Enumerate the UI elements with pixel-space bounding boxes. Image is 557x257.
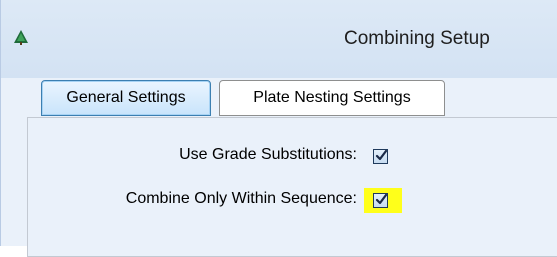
combine-within-sequence-label: Combine Only Within Sequence: bbox=[125, 190, 357, 207]
use-grade-substitutions-checkbox[interactable] bbox=[373, 149, 388, 164]
combining-setup-window: Combining Setup General Settings Plate N… bbox=[0, 0, 557, 257]
tab-general-settings[interactable]: General Settings bbox=[41, 80, 211, 116]
window-title: Combining Setup bbox=[344, 28, 490, 49]
tree-app-icon bbox=[12, 29, 30, 45]
tab-plate-nesting-settings[interactable]: Plate Nesting Settings bbox=[219, 80, 445, 116]
general-settings-panel bbox=[27, 117, 557, 257]
checkmark-icon bbox=[375, 150, 387, 161]
combine-within-sequence-checkbox[interactable] bbox=[373, 193, 388, 208]
title-bar: Combining Setup bbox=[1, 0, 557, 78]
checkmark-icon bbox=[375, 194, 387, 205]
use-grade-substitutions-label: Use Grade Substitutions: bbox=[179, 146, 357, 163]
